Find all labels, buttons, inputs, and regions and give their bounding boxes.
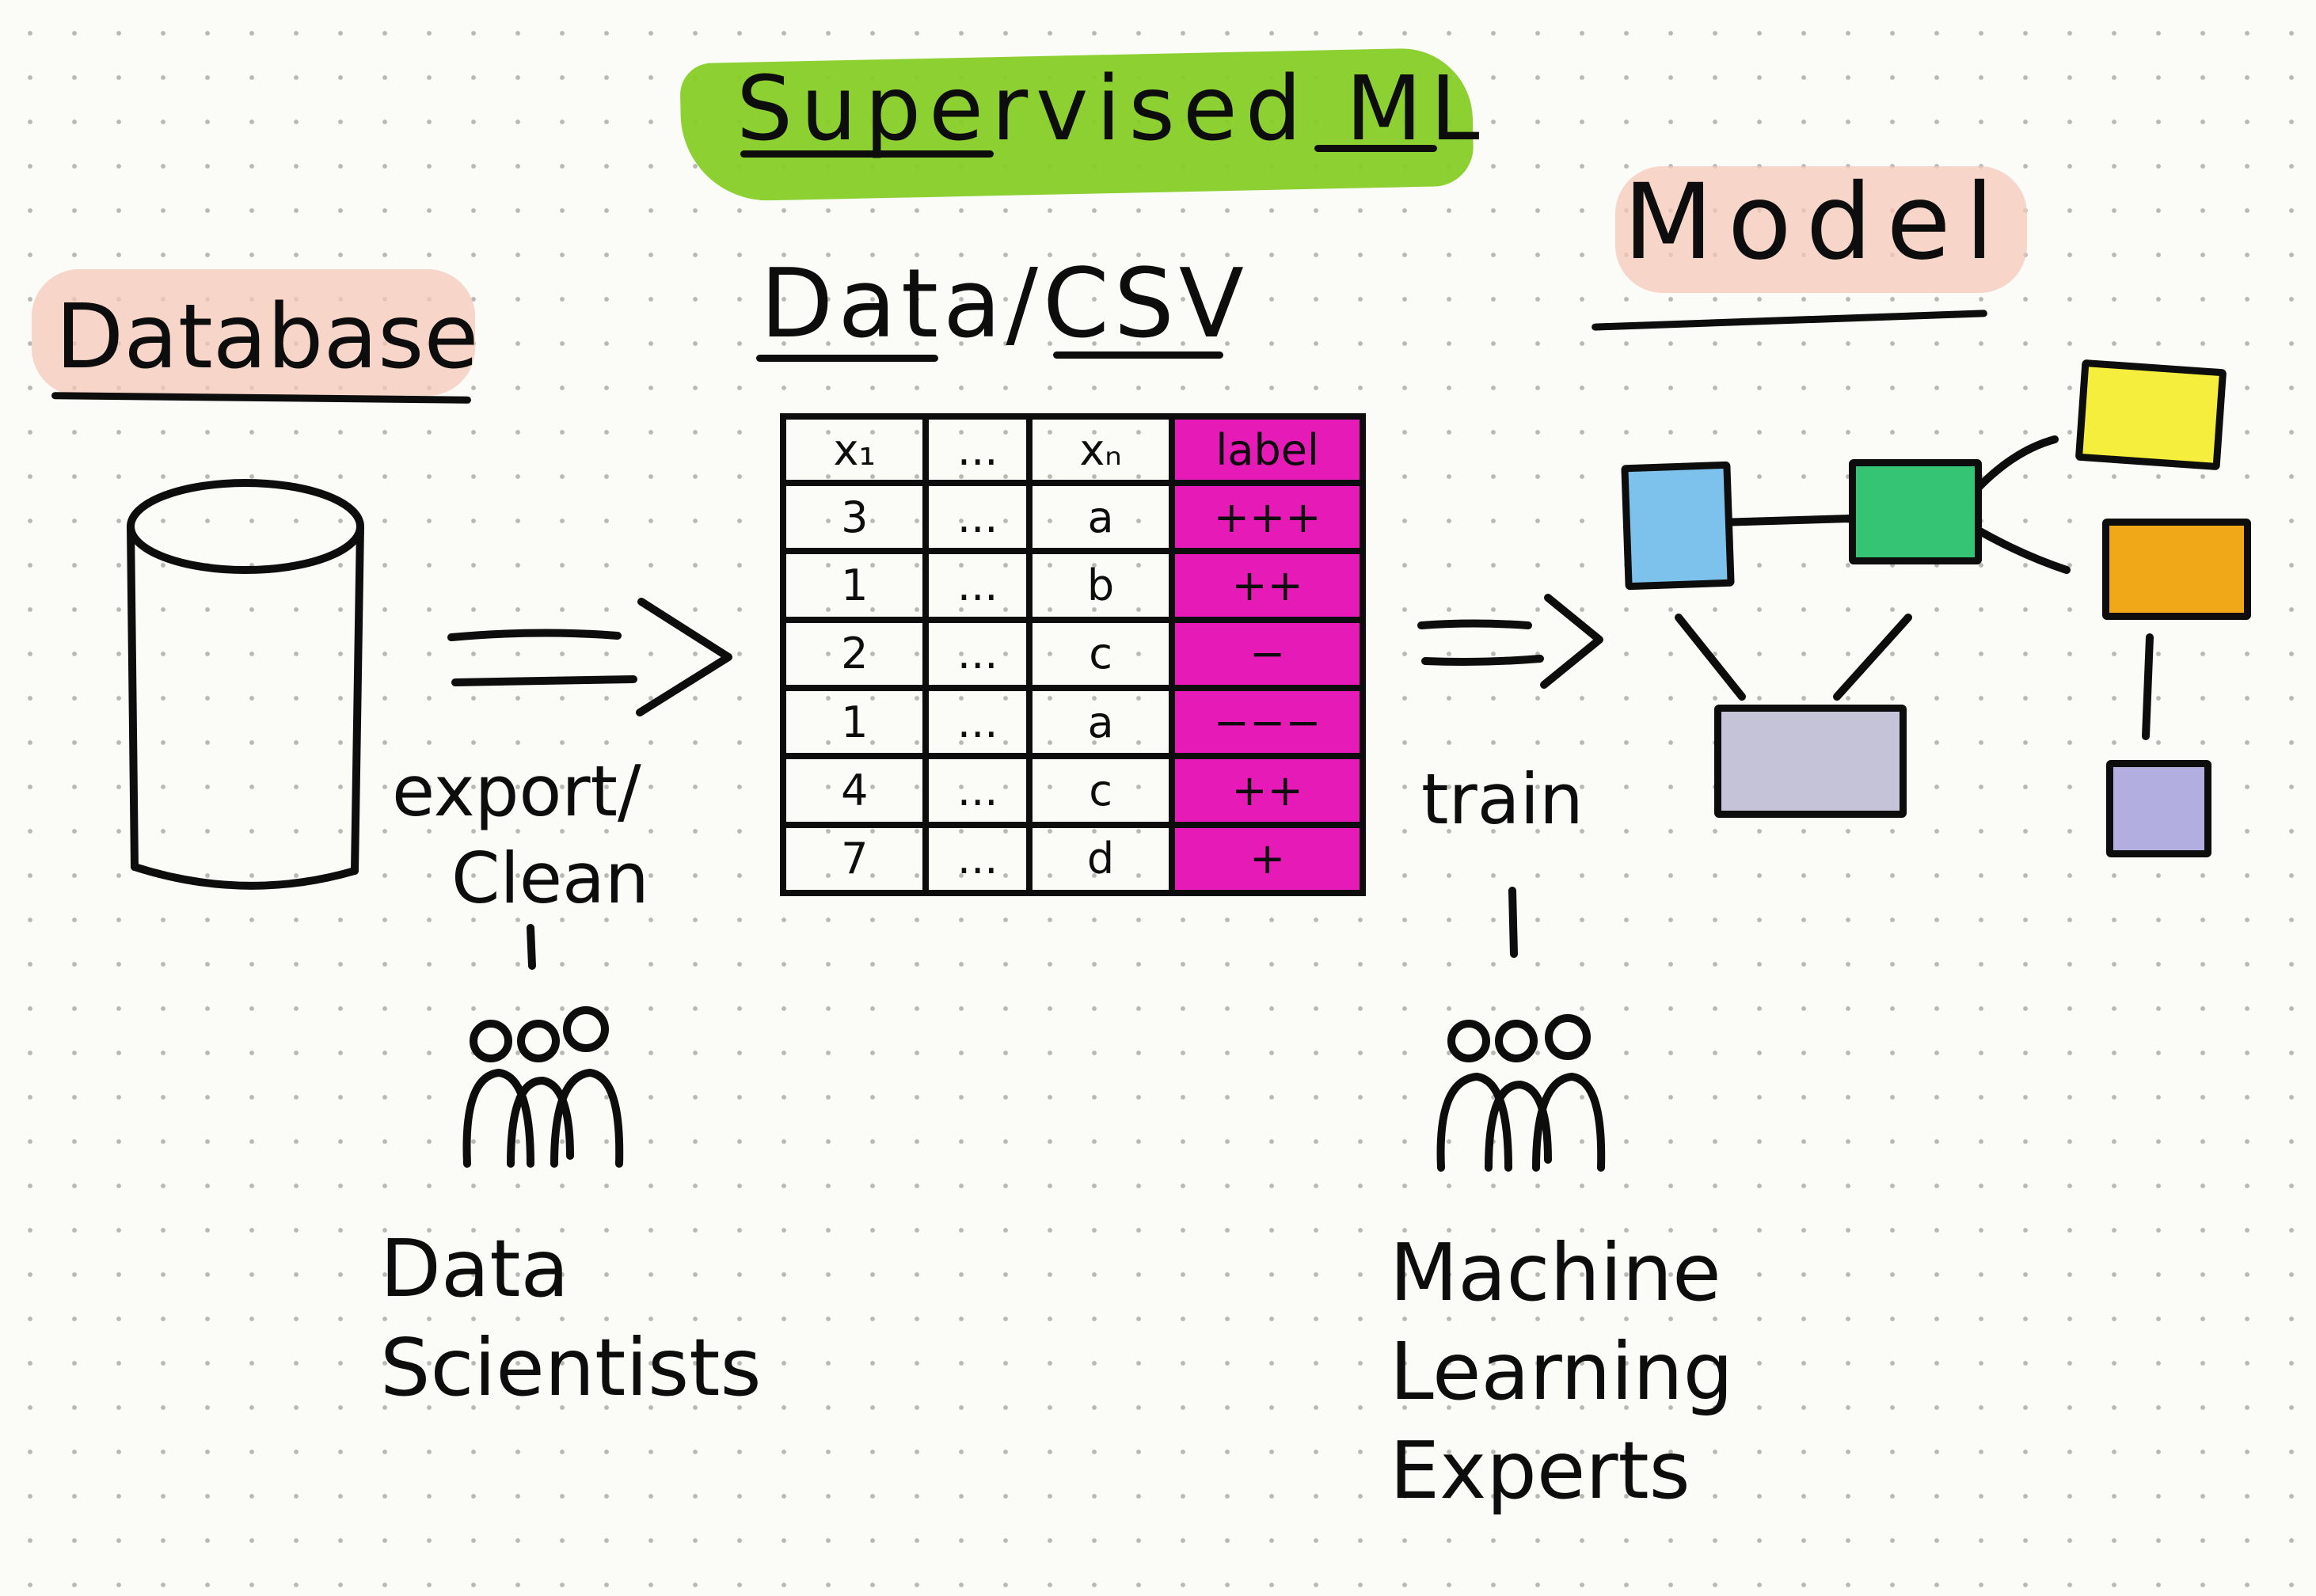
double-arrow-icon: [1417, 594, 1603, 689]
step-train: train: [1421, 758, 1584, 840]
role-label: Experts: [1390, 1424, 1690, 1517]
people-group-icon: [1436, 1014, 1606, 1172]
table-cell: ...: [922, 684, 1033, 760]
table-cell: 1: [779, 548, 930, 623]
people-group-icon: [462, 1006, 624, 1168]
table-cell: ...: [922, 479, 1033, 555]
step-label: Clean: [451, 838, 649, 919]
role-label: Machine: [1390, 1226, 1721, 1319]
model-node-yellow: [2075, 359, 2227, 471]
table-label-cell: −: [1169, 616, 1366, 691]
role-label: Scientists: [380, 1321, 762, 1414]
role-ml-experts: Machine Learning Experts: [1390, 1223, 1733, 1520]
table-label-cell: +++: [1169, 479, 1366, 555]
step-export-clean: export/ Clean: [392, 748, 649, 922]
table-header-cell: label: [1169, 413, 1366, 486]
table-cell: ...: [922, 753, 1033, 828]
table-row: 4 ... c ++: [779, 753, 1366, 828]
data-table: x₁ ... xₙ label 3 ... a +++ 1 ... b ++ 2…: [779, 413, 1366, 897]
table-row: 7 ... d +: [779, 821, 1366, 897]
table-header-cell: x₁: [779, 413, 930, 486]
table-row: 1 ... a −−−: [779, 684, 1366, 760]
table-row: 1 ... b ++: [779, 548, 1366, 623]
table-cell: c: [1025, 753, 1176, 828]
model-node-green: [1849, 459, 1982, 564]
table-cell: a: [1025, 479, 1176, 555]
table-cell: 1: [779, 684, 930, 760]
table-cell: b: [1025, 548, 1176, 623]
model-node-orange: [2102, 519, 2251, 620]
table-cell: d: [1025, 821, 1176, 897]
connector-line: [1508, 887, 1518, 958]
step-label: export/: [392, 750, 641, 832]
table-label-cell: −−−: [1169, 684, 1366, 760]
table-cell: ...: [922, 821, 1033, 897]
table-header-cell: ...: [922, 413, 1033, 486]
database-cylinder-icon: [127, 479, 364, 890]
table-cell: c: [1025, 616, 1176, 691]
model-node-gray: [1714, 705, 1907, 818]
role-label: Data: [380, 1222, 569, 1315]
table-header-row: x₁ ... xₙ label: [779, 413, 1366, 486]
table-cell: ...: [922, 616, 1033, 691]
double-arrow-icon: [447, 598, 732, 716]
table-label-cell: ++: [1169, 753, 1366, 828]
role-data-scientists: Data Scientists: [380, 1219, 762, 1417]
table-row: 3 ... a +++: [779, 479, 1366, 555]
table-cell: a: [1025, 684, 1176, 760]
model-node-lavender: [2106, 760, 2211, 857]
table-row: 2 ... c −: [779, 616, 1366, 691]
table-cell: 4: [779, 753, 930, 828]
table-header-cell: xₙ: [1025, 413, 1176, 486]
table-cell: 2: [779, 616, 930, 691]
table-label-cell: +: [1169, 821, 1366, 897]
model-node-blue: [1621, 461, 1735, 591]
table-cell: 7: [779, 821, 930, 897]
table-cell: 3: [779, 479, 930, 555]
connector-line: [527, 924, 536, 970]
table-cell: ...: [922, 548, 1033, 623]
role-label: Learning: [1390, 1325, 1734, 1418]
table-label-cell: ++: [1169, 548, 1366, 623]
